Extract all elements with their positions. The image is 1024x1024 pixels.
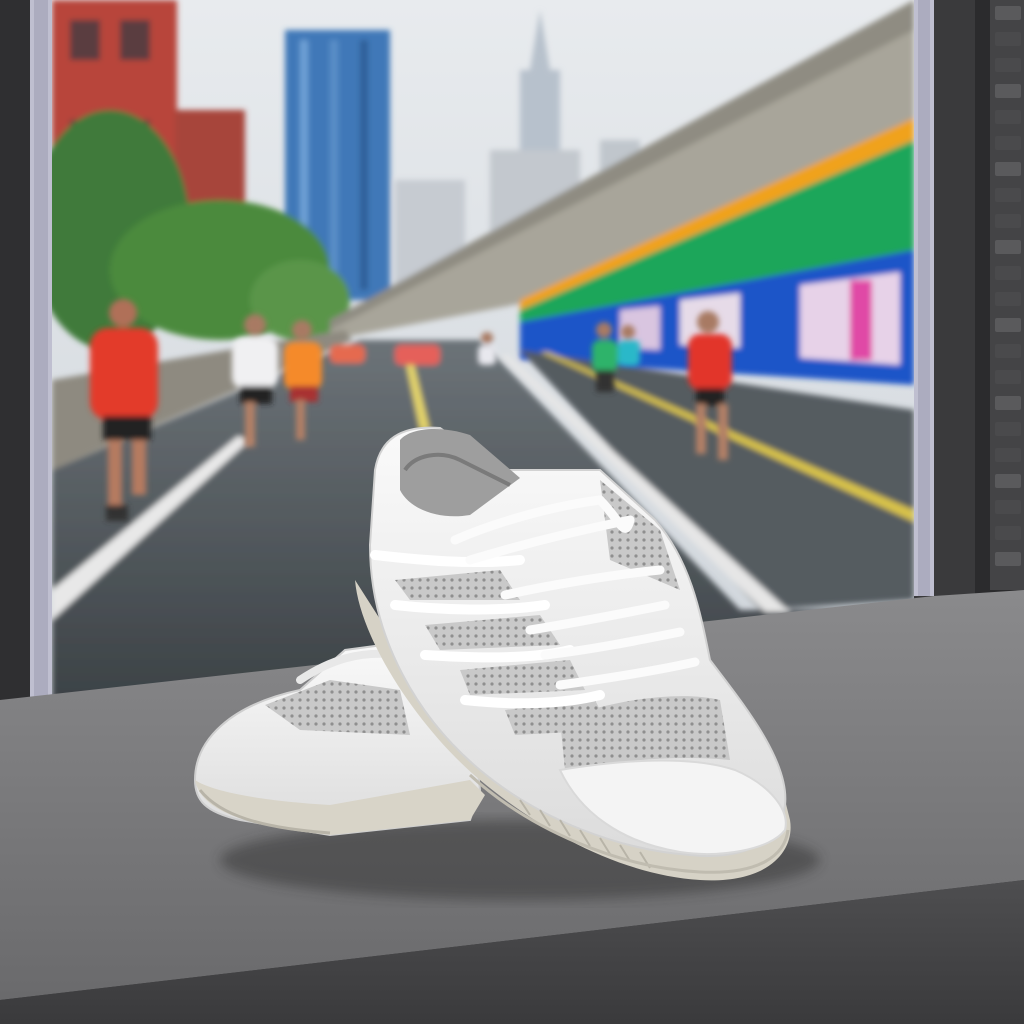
side-panel-row[interactable] [995, 136, 1021, 150]
side-panel-row[interactable] [995, 344, 1021, 358]
side-panel-row[interactable] [995, 214, 1021, 228]
side-panel-row[interactable] [995, 58, 1021, 72]
side-panel-row[interactable] [995, 448, 1021, 462]
side-panel-row[interactable] [995, 84, 1021, 98]
side-panel-row[interactable] [995, 292, 1021, 306]
side-panel-row[interactable] [995, 552, 1021, 566]
side-panel-row[interactable] [995, 110, 1021, 124]
side-panel-row[interactable] [995, 318, 1021, 332]
side-panel-row[interactable] [995, 396, 1021, 410]
side-panel-row[interactable] [995, 162, 1021, 176]
side-panel-row[interactable] [995, 188, 1021, 202]
side-panel-row[interactable] [995, 266, 1021, 280]
side-panel-row[interactable] [995, 32, 1021, 46]
side-panel-row[interactable] [995, 500, 1021, 514]
side-panel-row[interactable] [995, 370, 1021, 384]
side-panel-row[interactable] [995, 6, 1021, 20]
side-panel-row[interactable] [995, 240, 1021, 254]
side-panel-rows [993, 0, 1024, 590]
side-panel-row[interactable] [995, 474, 1021, 488]
side-panel-row[interactable] [995, 526, 1021, 540]
side-panel-row[interactable] [995, 422, 1021, 436]
photo-scene [0, 0, 1024, 1024]
